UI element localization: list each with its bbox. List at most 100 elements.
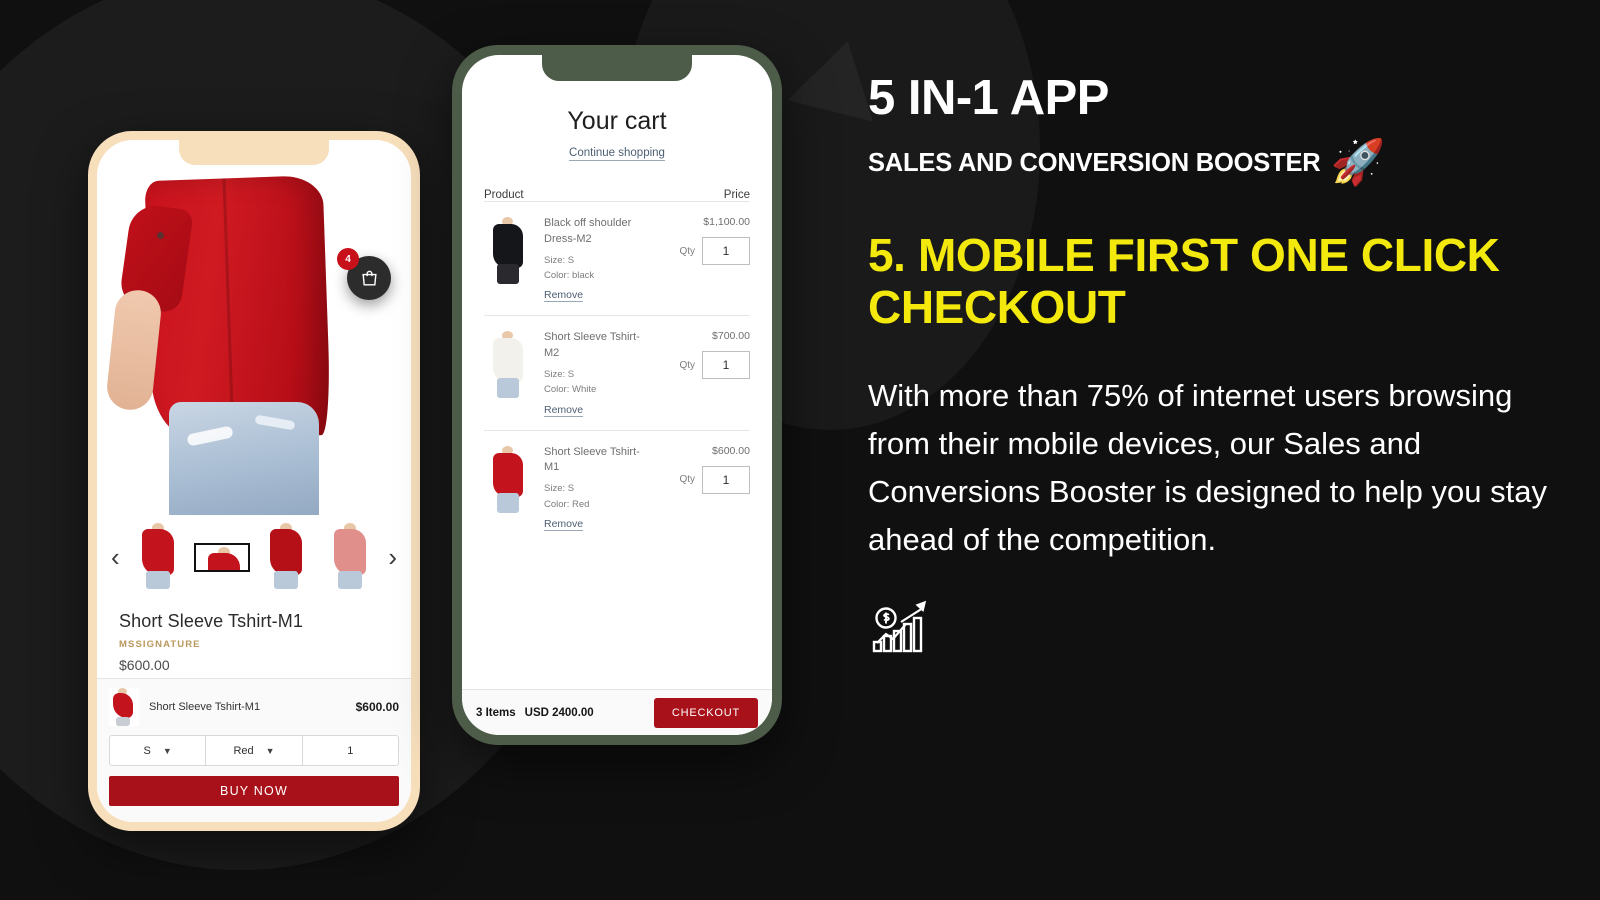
carousel-next-icon[interactable]: › xyxy=(386,544,399,570)
cart-item-thumbnail[interactable] xyxy=(484,216,532,286)
cart-item-color: Color: Red xyxy=(544,498,590,510)
thumb-body xyxy=(142,529,174,575)
thumbnail-0[interactable] xyxy=(130,521,186,593)
cart-fab-button[interactable]: 4 xyxy=(337,248,391,300)
cart-item-color: Color: black xyxy=(544,270,595,282)
cart-item-meta: Size: S Color: White xyxy=(544,367,646,397)
cart-items-count: 3 Items xyxy=(476,706,516,719)
product-brand: MSSIGNATURE xyxy=(119,639,201,650)
sub-kicker-row: SALES AND CONVERSION BOOSTER 🚀 xyxy=(868,141,1568,185)
continue-shopping-link[interactable]: Continue shopping xyxy=(569,147,665,161)
product-title: Short Sleeve Tshirt-M1 xyxy=(119,611,303,631)
product-info: Short Sleeve Tshirt-M1 MSSIGNATURE $600.… xyxy=(97,601,411,677)
cart-item-name: Short Sleeve Tshirt-M2 xyxy=(544,331,640,360)
cart-item-price: $1,100.00 xyxy=(703,216,750,228)
remove-link[interactable]: Remove xyxy=(544,289,584,303)
cart-item-details: Short Sleeve Tshirt-M2 Size: S Color: Wh… xyxy=(544,330,646,417)
remove-link[interactable]: Remove xyxy=(544,518,584,531)
cart-item-thumbnail[interactable] xyxy=(484,330,532,401)
cart-item-list: Black off shoulder Dress-M2 Size: S Colo… xyxy=(462,201,772,544)
qty-input[interactable]: 1 xyxy=(702,237,750,265)
sticky-buy-bar: Short Sleeve Tshirt-M1 $600.00 S ▼ Red ▼… xyxy=(97,678,411,822)
cart-total: USD 2400.00 xyxy=(524,706,594,719)
sub-kicker-title: SALES AND CONVERSION BOOSTER xyxy=(868,148,1321,177)
cart-item-color: Color: White xyxy=(544,384,597,396)
size-select[interactable]: S ▼ xyxy=(110,736,207,765)
thumb-body xyxy=(208,552,240,570)
phone-product-screen: 4 ‹ › Short Sleeve Tshirt-M1 MSSIGNATURE… xyxy=(97,140,411,822)
rocket-icon: 🚀 xyxy=(1330,138,1386,187)
buy-bar-item-name: Short Sleeve Tshirt-M1 xyxy=(149,701,261,713)
thumbnail-1-selected[interactable] xyxy=(194,542,250,572)
color-select[interactable]: Red ▼ xyxy=(206,736,303,765)
thumb-legs xyxy=(274,571,298,589)
growth-chart-dollar-icon xyxy=(868,598,1568,659)
page-title: 5. MOBILE FIRST ONE CLICK CHECKOUT xyxy=(868,229,1500,333)
product-button-detail xyxy=(157,232,164,239)
size-select-value: S xyxy=(143,744,151,757)
phone-notch xyxy=(542,55,692,81)
cart-item-price: $600.00 xyxy=(712,444,750,457)
qty-input[interactable]: 1 xyxy=(702,465,750,494)
thumb-legs xyxy=(116,717,130,726)
cart-item-pricing: $600.00 Qty 1 xyxy=(658,445,750,532)
thumbnail-2[interactable] xyxy=(258,521,314,593)
chevron-down-icon: ▼ xyxy=(162,745,172,756)
cart-item-meta: Size: S Color: black xyxy=(544,253,646,283)
phone-cart-screen: Your cart Continue shopping Product Pric… xyxy=(462,55,772,735)
cart-item-thumbnail[interactable] xyxy=(484,444,532,515)
buy-bar-thumbnail xyxy=(109,688,139,726)
qty-label: Qty xyxy=(679,245,695,257)
cart-item-row: Short Sleeve Tshirt-M2 Size: S Color: Wh… xyxy=(484,315,750,429)
cart-item-name: Short Sleeve Tshirt-M1 xyxy=(544,445,640,474)
right-content-panel: 5 IN-1 APP SALES AND CONVERSION BOOSTER … xyxy=(868,0,1568,900)
phone-cart: Your cart Continue shopping Product Pric… xyxy=(452,45,782,745)
phone-product-detail: 4 ‹ › Short Sleeve Tshirt-M1 MSSIGNATURE… xyxy=(88,131,420,831)
cart-item-size: Size: S xyxy=(544,369,575,381)
kicker-title: 5 IN-1 APP xyxy=(868,71,1109,125)
qty-input[interactable]: 1 xyxy=(702,351,750,380)
product-hero-image[interactable]: 4 xyxy=(97,140,411,515)
quantity-value: 1 xyxy=(347,744,354,757)
thumbnail-carousel: ‹ › xyxy=(97,515,411,601)
thumb-body xyxy=(270,529,302,575)
remove-link[interactable]: Remove xyxy=(544,404,584,417)
quantity-input[interactable]: 1 xyxy=(303,736,398,765)
cart-badge-count: 4 xyxy=(337,248,359,270)
buy-bar-item-price: $600.00 xyxy=(355,700,399,714)
cart-item-size: Size: S xyxy=(544,254,575,266)
column-header-product: Product xyxy=(484,189,524,201)
product-price: $600.00 xyxy=(119,657,170,673)
chevron-down-icon: ▼ xyxy=(265,745,275,756)
cart-item-name: Black off shoulder Dress-M2 xyxy=(544,217,632,245)
cart-item-qty-wrap: Qty 1 xyxy=(658,237,750,265)
cart-item-details: Short Sleeve Tshirt-M1 Size: S Color: Re… xyxy=(544,445,646,532)
carousel-prev-icon[interactable]: ‹ xyxy=(109,544,122,570)
cart-item-pricing: $1,100.00 Qty 1 xyxy=(658,216,750,303)
thumb-legs xyxy=(497,264,519,284)
slide-canvas: 4 ‹ › Short Sleeve Tshirt-M1 MSSIGNATURE… xyxy=(0,0,1600,900)
thumb-legs xyxy=(497,378,519,399)
buy-now-button[interactable]: BUY NOW xyxy=(109,776,399,806)
cart-footer-bar: 3 Items USD 2400.00 CHECKOUT xyxy=(462,689,772,735)
thumb-legs xyxy=(146,571,170,589)
thumb-body xyxy=(493,224,523,268)
variant-selectors: S ▼ Red ▼ 1 xyxy=(109,735,399,766)
thumb-body xyxy=(113,693,133,718)
cart-item-row: Black off shoulder Dress-M2 Size: S Colo… xyxy=(484,201,750,315)
thumb-body xyxy=(493,338,523,383)
thumb-legs xyxy=(497,492,519,513)
thumbnail-3[interactable] xyxy=(322,521,378,593)
cart-item-size: Size: S xyxy=(544,483,575,495)
thumb-body xyxy=(493,452,523,497)
cart-column-headers: Product Price xyxy=(462,161,772,201)
cart-title: Your cart xyxy=(567,107,667,135)
qty-label: Qty xyxy=(679,474,695,485)
shopping-bag-icon xyxy=(361,270,377,286)
column-header-price: Price xyxy=(723,189,750,201)
cart-item-meta: Size: S Color: Red xyxy=(544,481,646,511)
cart-item-qty-wrap: Qty 1 xyxy=(658,465,750,494)
cart-item-pricing: $700.00 Qty 1 xyxy=(658,330,750,417)
thumb-body xyxy=(334,529,366,575)
checkout-button[interactable]: CHECKOUT xyxy=(653,697,758,728)
